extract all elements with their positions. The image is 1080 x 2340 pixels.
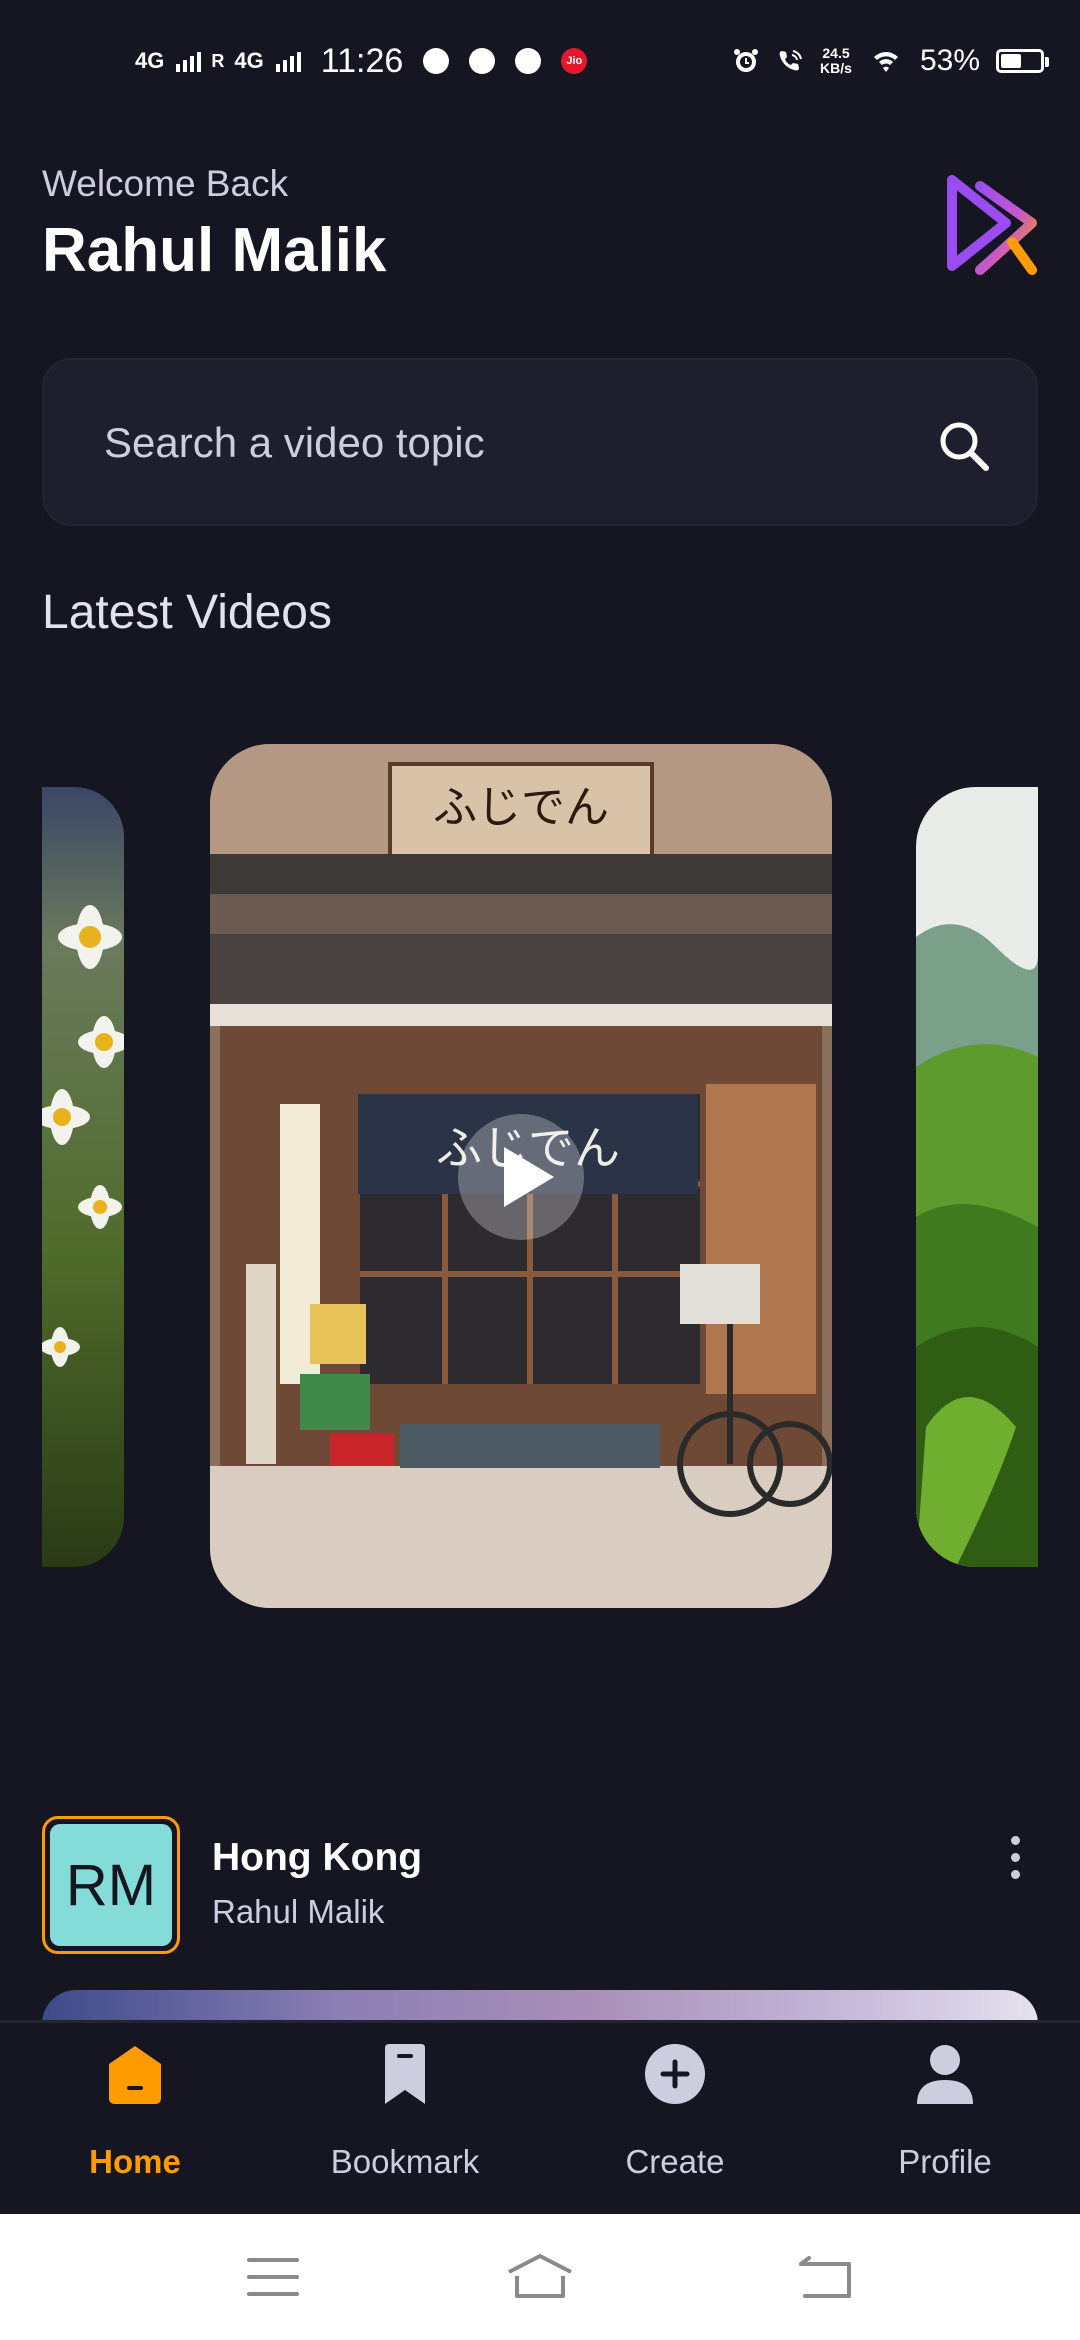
avatar[interactable]: RM: [42, 1816, 180, 1954]
app-logo-icon: [947, 175, 1037, 275]
home-nav-icon[interactable]: [505, 2250, 575, 2304]
network-speed: 24.5 KB/s: [820, 46, 852, 76]
wifi-calling-icon: [779, 50, 803, 71]
video-title[interactable]: Hong Kong: [212, 1836, 422, 1880]
bookmark-icon: [385, 2044, 425, 2104]
tab-home[interactable]: Home: [0, 2023, 270, 2214]
status-bar: 4G R 4G 11:26 Jio 24.5 KB/s 53%: [0, 0, 1080, 120]
search-bar[interactable]: [42, 358, 1038, 526]
bottom-tab-bar: Home Bookmark Create Profile: [0, 2020, 1080, 2214]
plus-circle-icon: [645, 2044, 705, 2104]
search-input[interactable]: [102, 360, 926, 526]
battery-icon: [996, 49, 1049, 73]
video-card-next[interactable]: [916, 787, 1038, 1567]
jio-icon: Jio: [561, 48, 588, 74]
user-icon: [917, 2045, 973, 2104]
tab-create-label: Create: [625, 2143, 725, 2180]
menu-icon[interactable]: [243, 2250, 303, 2304]
network-type-1: 4G: [135, 48, 165, 73]
back-icon[interactable]: [795, 2250, 855, 2304]
home-icon: [109, 2046, 161, 2104]
alarm-icon: [734, 49, 759, 72]
video-author: Rahul Malik: [212, 1893, 385, 1930]
svg-text:ふじでん: ふじでん: [433, 782, 609, 833]
tab-bookmark[interactable]: Bookmark: [270, 2023, 540, 2214]
username: Rahul Malik: [42, 216, 387, 285]
battery-percentage: 53%: [919, 44, 980, 77]
video-card-featured[interactable]: ふじでん ふじでん: [210, 744, 832, 1608]
status-bar-right: 24.5 KB/s 53%: [732, 36, 1049, 86]
system-navigation-bar: [0, 2214, 1080, 2340]
signal-icon: [275, 50, 301, 72]
avatar-initials: RM: [50, 1824, 172, 1946]
latest-videos-title: Latest Videos: [42, 586, 332, 639]
network-speed-value: 24.5: [822, 45, 850, 61]
status-time: 11:26: [320, 41, 404, 80]
video-thumbnail-tea-hills: [916, 787, 1038, 1567]
welcome-text: Welcome Back: [42, 163, 289, 204]
roaming-indicator: R: [211, 51, 225, 71]
network-type-2: 4G: [234, 48, 264, 73]
tab-create[interactable]: Create: [540, 2023, 810, 2214]
tab-bookmark-label: Bookmark: [330, 2143, 480, 2180]
tab-profile[interactable]: Profile: [810, 2023, 1080, 2214]
tab-profile-label: Profile: [898, 2143, 992, 2180]
app-notification-icon: [515, 48, 542, 74]
search-icon[interactable]: [936, 418, 992, 474]
tab-home-label: Home: [89, 2143, 181, 2180]
status-bar-left: 4G R 4G 11:26 Jio: [135, 36, 588, 86]
wifi-icon: [873, 52, 898, 72]
video-card-previous[interactable]: [42, 787, 124, 1567]
signal-icon: [176, 50, 202, 72]
battery-level: [1001, 54, 1021, 68]
play-button[interactable]: [458, 1114, 584, 1240]
network-speed-unit: KB/s: [820, 60, 852, 76]
snapchat-icon: [469, 48, 496, 74]
whatsapp-icon: [423, 48, 450, 74]
video-thumbnail-daisies: [42, 787, 124, 1567]
more-options-icon[interactable]: [1000, 1836, 1030, 1896]
